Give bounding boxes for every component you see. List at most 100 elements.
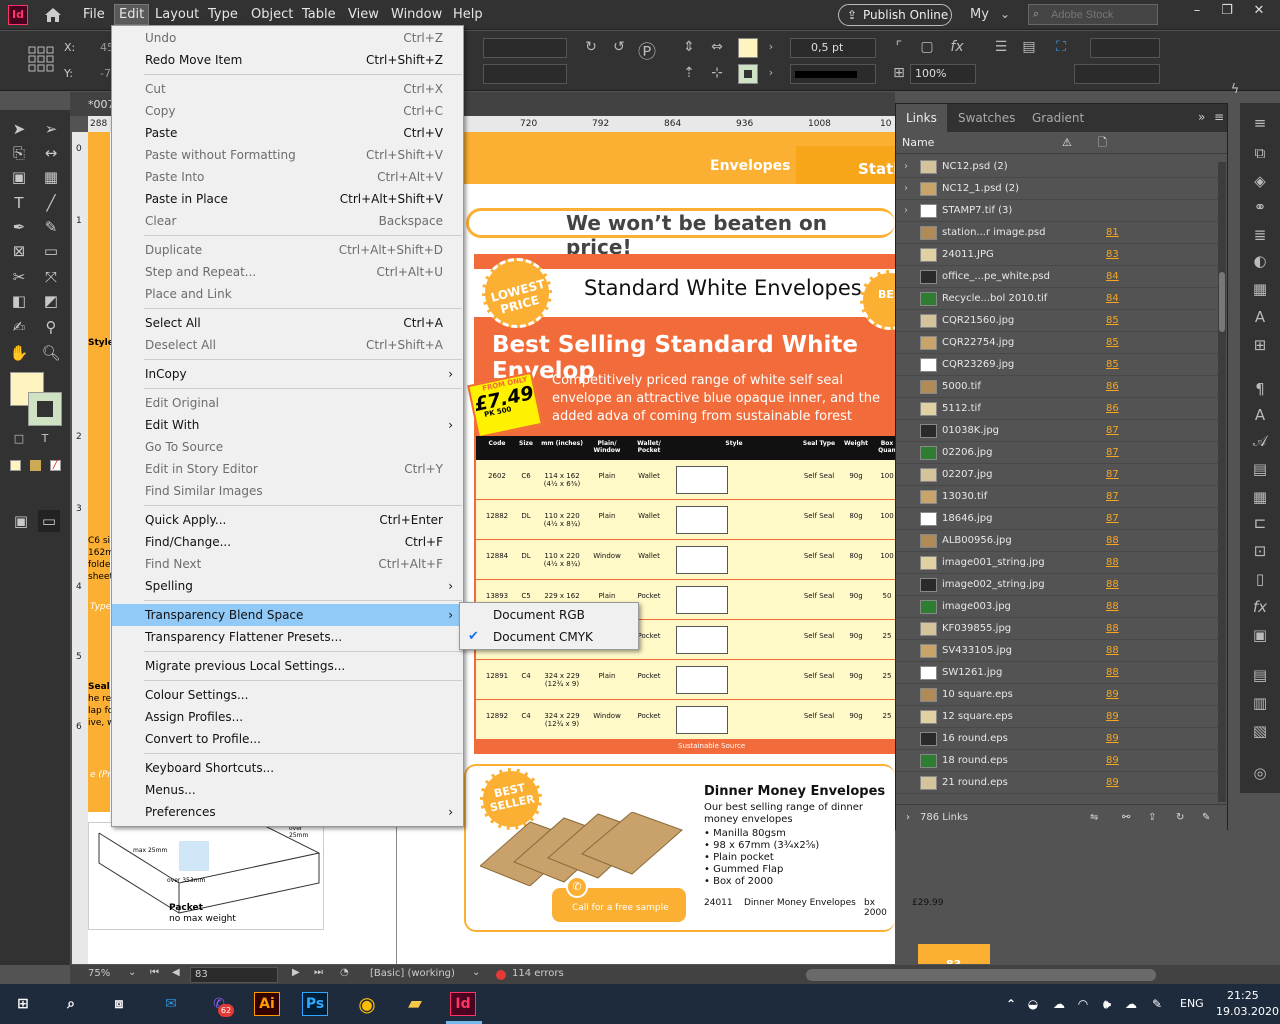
links-scrollbar[interactable] [1218,162,1226,802]
relink-icon[interactable]: ⇋ [1090,805,1098,831]
link-row[interactable]: ALB00956.jpg 88 [896,530,1227,552]
menu-item-place-and-link[interactable]: Place and Link [112,283,463,305]
link-row[interactable]: image003.jpg 88 [896,596,1227,618]
mail-icon[interactable]: ✉ [156,990,186,1018]
zoom-tool-icon[interactable]: 🔍︎ [40,342,62,364]
minimize-button[interactable]: – [1182,0,1212,24]
menu-item-step-and-repeat[interactable]: Step and Repeat... Ctrl+Alt+U [112,261,463,283]
menu-item-paste[interactable]: Paste Ctrl+V [112,122,463,144]
height-field[interactable] [483,64,567,84]
menu-item-incopy[interactable]: InCopy › [112,363,463,385]
pilcrow-icon[interactable]: ¶ [1250,379,1270,399]
link-page-number[interactable]: 87 [1106,420,1119,442]
scissors-tool-icon[interactable]: ✂ [8,266,30,288]
select-container-icon[interactable]: ⇡ [680,64,698,82]
normal-mode-icon[interactable]: ▣ [10,510,32,532]
menu-item-spelling[interactable]: Spelling › [112,575,463,597]
menu-item-cut[interactable]: Cut Ctrl+X [112,78,463,100]
gap-tool-icon[interactable]: ↔ [40,142,62,164]
link-page-number[interactable]: 87 [1106,464,1119,486]
screen-mode-icon[interactable]: ▭ [38,510,60,532]
restore-button[interactable]: ❐ [1212,0,1242,24]
menu-item-transparency-flattener-presets[interactable]: Transparency Flattener Presets... [112,626,463,648]
link-page-number[interactable]: 85 [1106,310,1119,332]
expand-row-icon[interactable]: › [904,156,908,178]
preflight-profile-icon[interactable]: ◔ [340,967,349,978]
menu-item-migrate-previous-local-settings[interactable]: Migrate previous Local Settings... [112,655,463,677]
tables-icon[interactable]: ▦ [1250,487,1270,507]
dock-menu-icon[interactable]: ≡ [1250,113,1270,133]
link-row[interactable]: station...r image.psd 81 [896,222,1227,244]
edit-original-icon[interactable]: ✎ [1202,805,1210,831]
gradient-feather-tool-icon[interactable]: ◩ [40,290,62,312]
link-row[interactable]: image001_string.jpg 88 [896,552,1227,574]
rotate-ccw-icon[interactable]: ↺ [610,38,628,56]
gradient-swatch-tool-icon[interactable]: ◧ [8,290,30,312]
free-transform-tool-icon[interactable]: ⤧ [40,266,62,288]
next-page-icon[interactable]: ▶ [292,967,300,978]
menu-item-paste-into[interactable]: Paste Into Ctrl+Alt+V [112,166,463,188]
stroke-chevron-icon[interactable]: › [762,64,780,82]
link-page-number[interactable]: 88 [1106,596,1119,618]
link-row[interactable]: 10 square.eps 89 [896,684,1227,706]
error-count[interactable]: 114 errors [512,968,564,979]
layers-icon[interactable]: ◈ [1250,171,1270,191]
text-wrap-dock-icon[interactable]: ▤ [1250,459,1270,479]
menu-item-select-all[interactable]: Select All Ctrl+A [112,312,463,334]
menu-layout[interactable]: Layout [155,7,199,22]
menu-item-undo[interactable]: Undo Ctrl+Z [112,27,463,49]
page-column-icon[interactable]: 🗋︎ [1098,132,1107,154]
link-page-number[interactable]: 87 [1106,486,1119,508]
links-icon[interactable]: ⚭ [1250,197,1270,217]
cell-styles-icon[interactable]: ▥ [1250,693,1270,713]
link-page-number[interactable]: 89 [1106,772,1119,794]
formatting-affects-text-icon[interactable]: T [36,430,54,448]
link-row[interactable]: office_...pe_white.psd 84 [896,266,1227,288]
tab-links[interactable]: Links [896,104,947,132]
paragraph-p-icon[interactable]: Ⓟ [638,44,656,62]
opacity-icon[interactable]: ⊞ [890,64,908,82]
effects-fx-icon[interactable]: fx [948,38,966,56]
frame-fitting-icon[interactable]: ⛶ [1052,38,1070,56]
menu-table[interactable]: Table [302,7,336,22]
pencil-tool-icon[interactable]: ✎ [40,216,62,238]
link-row[interactable]: 02206.jpg 87 [896,442,1227,464]
stroke-swatch[interactable] [738,64,758,84]
link-page-number[interactable]: 86 [1106,398,1119,420]
text-wrap-icon[interactable]: ☰ [992,38,1010,56]
link-page-number[interactable]: 88 [1106,640,1119,662]
warning-column-icon[interactable]: ⚠ [1062,132,1072,154]
stroke-color-icon[interactable] [28,392,62,426]
opacity-field[interactable]: 100% [910,64,976,84]
link-row[interactable]: 13030.tif 87 [896,486,1227,508]
menu-item-edit-original[interactable]: Edit Original [112,392,463,414]
menu-item-transparency-blend-space[interactable]: Transparency Blend Space › [112,604,463,626]
gradient-dock-icon[interactable]: ▯ [1250,569,1270,589]
apply-gradient-icon[interactable] [30,460,41,471]
type-tool-icon[interactable]: T [8,192,30,214]
menu-item-copy[interactable]: Copy Ctrl+C [112,100,463,122]
menu-item-paste-without-formatting[interactable]: Paste without Formatting Ctrl+Shift+V [112,144,463,166]
preflight-profile[interactable]: [Basic] (working) [370,968,455,979]
pathfinder-icon[interactable]: ⊡ [1250,541,1270,561]
menu-edit[interactable]: Edit [114,4,150,25]
paragraph-icon[interactable]: ⊞ [1250,335,1270,355]
apply-fill-icon[interactable] [10,460,21,471]
update-link-icon[interactable]: ⇪ [1148,805,1156,831]
tab-gradient[interactable]: Gradient [1022,104,1094,132]
link-page-number[interactable]: 88 [1106,530,1119,552]
menu-item-convert-to-profile[interactable]: Convert to Profile... [112,728,463,750]
link-page-number[interactable]: 88 [1106,552,1119,574]
menu-item-assign-profiles[interactable]: Assign Profiles... [112,706,463,728]
task-view-icon[interactable]: ⧈ [104,990,134,1018]
menu-object[interactable]: Object [251,7,293,22]
glyphs-icon[interactable]: 𝒜 [1250,431,1270,451]
swatches-icon[interactable]: ▦ [1250,279,1270,299]
menu-item-preferences[interactable]: Preferences › [112,801,463,823]
clock-time[interactable]: 21:25 [1227,989,1259,1002]
select-content-icon[interactable]: ⊹ [708,64,726,82]
link-row[interactable]: CQR22754.jpg 85 [896,332,1227,354]
refresh-icon[interactable]: ↻ [1176,805,1184,831]
menu-item-quick-apply[interactable]: Quick Apply... Ctrl+Enter [112,509,463,531]
rotate-icon[interactable]: ↻ [582,38,600,56]
